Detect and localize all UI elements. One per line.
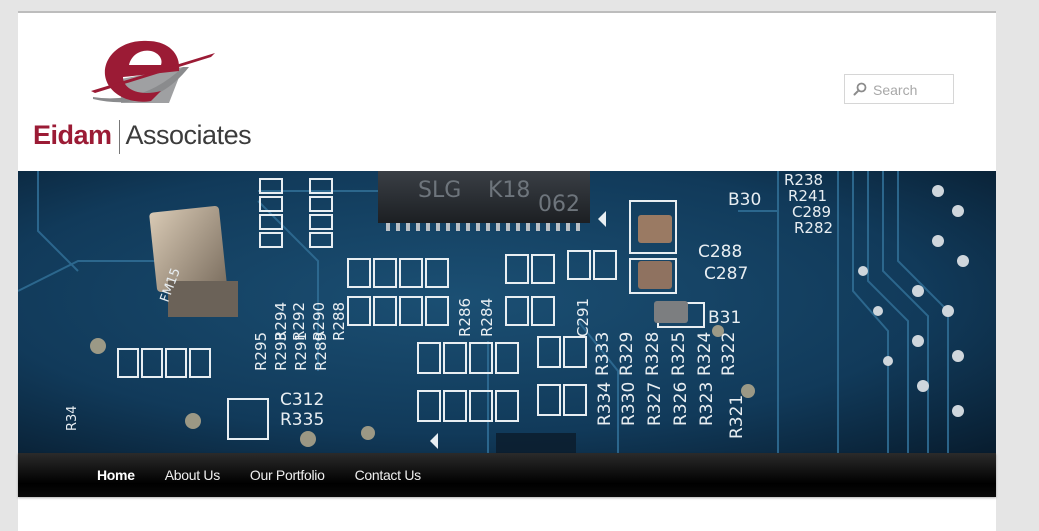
silk-c291: C291 (574, 298, 592, 337)
svg-text:062: 062 (538, 192, 580, 217)
silk-c288: C288 (698, 242, 742, 262)
svg-text:SLG: SLG (418, 178, 461, 203)
logo-wordmark: Eidam Associates (33, 115, 252, 155)
logo-name-secondary: Associates (125, 120, 252, 150)
nav-item-our-portfolio[interactable]: Our Portfolio (235, 453, 340, 497)
search-box[interactable] (844, 74, 955, 104)
nav-item-contact-us[interactable]: Contact Us (340, 453, 436, 497)
main-navigation: Home About Us Our Portfolio Contact Us (18, 453, 996, 497)
site-logo[interactable]: Eidam Associates (33, 27, 268, 159)
silk-r282: R282 (794, 219, 833, 237)
silk-r334: R334 (595, 382, 615, 426)
silk-b31: B31 (708, 308, 741, 328)
silk-r327: R327 (645, 382, 665, 426)
header-banner-image: SLG K18 062 R238 R241 C289 R282 B30 C288… (18, 171, 996, 453)
silk-r335: R335 (280, 410, 324, 430)
silk-r291: R291 (292, 332, 310, 371)
silk-c287: C287 (704, 264, 748, 284)
silk-r328: R328 (643, 332, 663, 376)
logo-divider (118, 119, 120, 154)
silk-r329: R329 (617, 332, 637, 376)
silk-r289: R289 (312, 332, 330, 371)
silk-r288: R288 (330, 302, 348, 341)
silk-r34: R34 (65, 405, 80, 431)
silk-r323: R323 (697, 382, 717, 426)
logo-mark-icon (91, 40, 215, 103)
silk-b30: B30 (728, 190, 761, 210)
silk-r295: R295 (252, 332, 270, 371)
circuit-board-photo: SLG K18 062 R238 R241 C289 R282 B30 C288 … (18, 171, 996, 453)
nav-item-home[interactable]: Home (82, 453, 150, 497)
silk-r326: R326 (671, 382, 691, 426)
silk-r324: R324 (695, 332, 715, 376)
logo-name-primary: Eidam (33, 120, 112, 150)
silk-r322: R322 (719, 332, 739, 376)
nav-menu: Home About Us Our Portfolio Contact Us (82, 453, 436, 497)
nav-item-about-us[interactable]: About Us (150, 453, 235, 497)
silk-r321: R321 (727, 395, 747, 439)
silk-r284: R284 (478, 298, 496, 337)
search-icon (853, 82, 867, 96)
silk-r330: R330 (619, 382, 639, 426)
silk-c312: C312 (280, 390, 324, 410)
silk-r293: R293 (272, 332, 290, 371)
page-container: Eidam Associates Search SLG K18 062 R238… (18, 11, 996, 531)
search-input[interactable] (871, 78, 955, 102)
silk-r333: R333 (593, 332, 613, 376)
silk-r286: R286 (456, 298, 474, 337)
svg-text:K18: K18 (488, 178, 530, 203)
silk-r325: R325 (669, 332, 689, 376)
